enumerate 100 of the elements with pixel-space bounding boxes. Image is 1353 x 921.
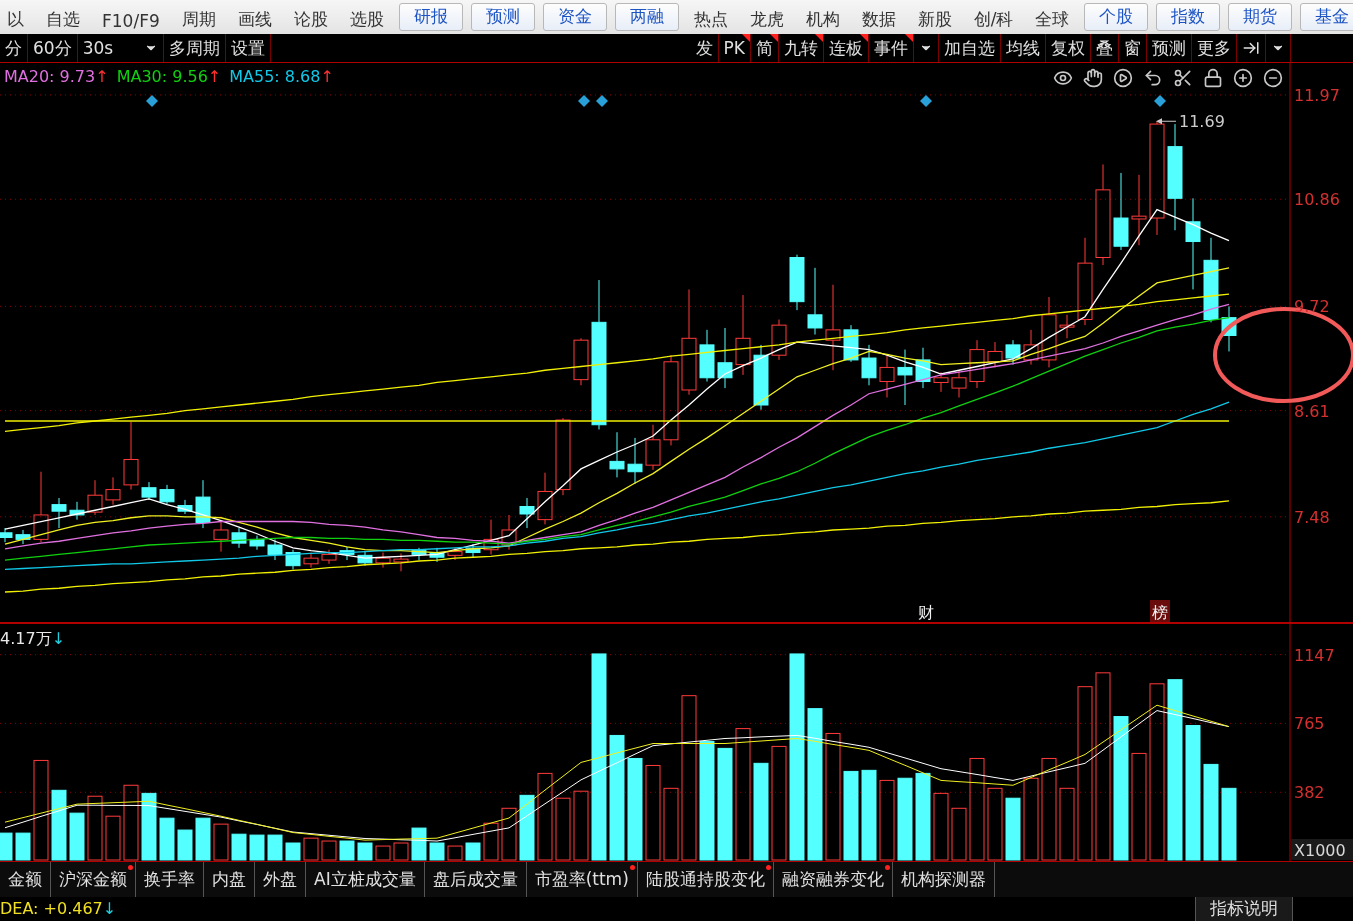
up-arrow-icon: ↑ (320, 67, 334, 87)
toolbar-item[interactable]: 数据 (854, 7, 903, 31)
toolbar-item[interactable]: 周期 (174, 7, 223, 31)
candlestick (1005, 340, 1021, 366)
candlestick (177, 499, 193, 515)
candlestick (105, 477, 121, 506)
up-arrow-icon: ↑ (95, 67, 109, 87)
volume-bar (231, 834, 247, 861)
toolbar-button[interactable]: 个股 (1084, 2, 1149, 31)
volume-reading: 4.17万 (0, 629, 52, 651)
zoom-out-icon[interactable] (1263, 68, 1283, 89)
candlestick (915, 347, 931, 389)
candlestick (483, 519, 499, 556)
volume-bar (933, 793, 949, 861)
volume-bar (375, 845, 391, 861)
ma-value-label: MA20: 9.73 (4, 67, 96, 87)
candlestick (573, 338, 589, 387)
price-axis-label: 8.61 (1294, 402, 1330, 421)
candlestick (1059, 314, 1075, 340)
toolbar-button[interactable]: 资金 (542, 2, 607, 31)
volume-bar (249, 834, 265, 861)
zoom-in-icon[interactable] (1233, 68, 1253, 89)
event-badge[interactable]: 财 (916, 600, 936, 623)
toolbar-item[interactable]: 机构 (798, 7, 847, 31)
candlestick (789, 254, 805, 311)
candlestick (1023, 329, 1039, 366)
volume-axis-label: 765 (1294, 714, 1325, 734)
candlestick (879, 355, 895, 399)
toolbar-button[interactable]: 指数 (1156, 2, 1221, 31)
toolbar-item[interactable]: 画线 (230, 7, 279, 31)
candlestick (375, 552, 391, 569)
lock-icon[interactable] (1203, 68, 1223, 89)
candlestick (159, 484, 175, 506)
toolbar-item[interactable]: 选股 (342, 7, 391, 31)
diamond-icon (578, 95, 590, 108)
diamond-icon (596, 95, 608, 108)
candlestick (249, 535, 265, 551)
volume-bar (393, 842, 409, 861)
down-arrow-icon: ↓ (102, 899, 117, 919)
scissors-icon[interactable] (1173, 68, 1193, 89)
candlestick (429, 547, 445, 563)
volume-bar (177, 829, 193, 861)
candlestick (411, 547, 427, 561)
volume-bar (339, 840, 355, 861)
price-axis-label: 11.97 (1294, 86, 1340, 106)
toolbar-button[interactable]: 预测 (470, 2, 535, 31)
toolbar-item[interactable]: 龙虎 (742, 7, 791, 31)
volume-bar (573, 791, 589, 861)
candlestick (717, 327, 733, 389)
candlestick (753, 344, 769, 411)
volume-bar (519, 795, 535, 861)
volume-bar (951, 808, 967, 861)
hand-icon[interactable] (1083, 68, 1103, 89)
volume-bar (357, 842, 373, 861)
candlestick (69, 501, 85, 521)
toolbar-item[interactable]: 创/科 (966, 7, 1021, 31)
toolbar-item[interactable]: 全球 (1028, 7, 1077, 31)
volume-bar (267, 834, 283, 861)
toolbar-button[interactable]: 期货 (1228, 2, 1293, 31)
event-badge[interactable]: 榜 (1150, 600, 1170, 623)
diamond-icon (146, 95, 158, 108)
volume-bar (285, 842, 301, 861)
volume-bar (321, 840, 337, 861)
candlestick (627, 437, 643, 485)
candlestick (699, 329, 715, 383)
indicator-help-button[interactable]: 指标说明 (1195, 897, 1293, 921)
candlestick (51, 497, 67, 529)
candlestick (303, 552, 319, 569)
candlestick (861, 344, 877, 387)
up-arrow-icon: ↑ (207, 67, 222, 87)
toolbar-button[interactable]: 基金 (1300, 2, 1353, 31)
volume-bar (483, 823, 499, 861)
candlestick (213, 521, 229, 553)
ma-value-label: MA30: 9.56 (116, 67, 208, 87)
toolbar-item[interactable]: F10/F9 (95, 10, 167, 31)
diamond-icon (1154, 95, 1166, 108)
volume-bar (87, 796, 103, 861)
candlestick (951, 370, 967, 399)
candlestick (141, 481, 157, 501)
candlestick (969, 340, 985, 389)
price-axis-label: 7.48 (1294, 508, 1330, 528)
volume-bar (465, 842, 481, 861)
toolbar-item[interactable]: 以 (0, 7, 31, 31)
volume-bar (105, 816, 121, 861)
volume-axis-label: 1147 (1294, 646, 1335, 665)
candlestick (987, 341, 1003, 369)
volume-bar (303, 838, 319, 861)
candlestick (393, 553, 409, 573)
volume-axis-label: 382 (1294, 783, 1325, 803)
toolbar-item[interactable]: 新股 (910, 7, 959, 31)
toolbar-item[interactable]: 热点 (686, 7, 735, 31)
toolbar-item[interactable]: 论股 (286, 7, 335, 31)
toolbar-button[interactable]: 两融 (614, 2, 679, 31)
candlestick (267, 539, 283, 561)
toolbar-item[interactable]: 自选 (39, 7, 87, 31)
undo-icon[interactable] (1143, 68, 1163, 89)
play-icon[interactable] (1113, 68, 1133, 89)
candlestick (15, 529, 31, 545)
down-arrow-icon: ↓ (51, 629, 66, 651)
toolbar-button[interactable]: 研报 (398, 2, 463, 31)
